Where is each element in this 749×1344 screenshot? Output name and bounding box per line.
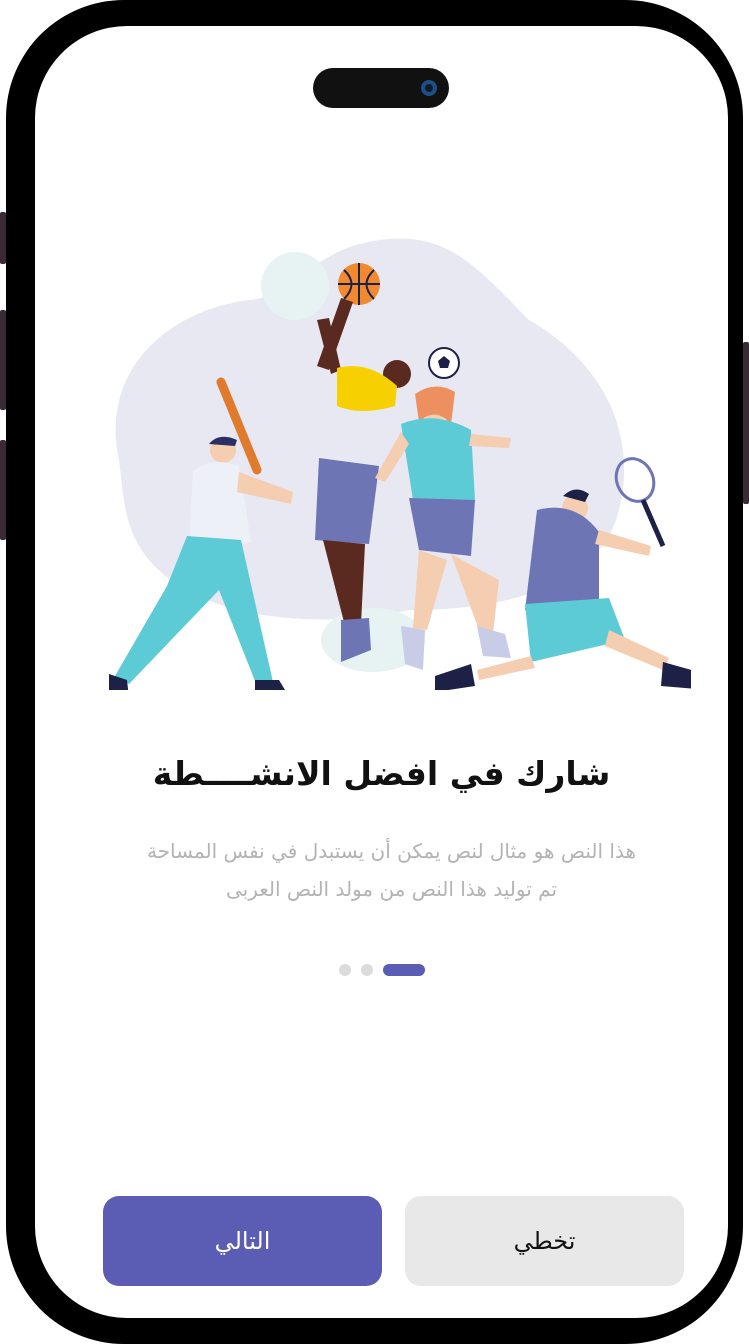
page-dot-1 — [338, 964, 351, 976]
onboarding-description: هذا النص هو مثال لنص يمكن أن يستبدل في ن… — [95, 832, 688, 908]
page-indicator — [35, 964, 728, 976]
phone-frame: شارك في افضل الانشــــطة هذا النص هو مثا… — [6, 0, 743, 1344]
sports-players-illustration — [109, 238, 691, 690]
onboarding-title: شارك في افضل الانشــــطة — [152, 754, 611, 793]
next-button[interactable]: التالي — [103, 1196, 382, 1286]
light-circle — [261, 252, 329, 320]
basketball-icon — [338, 263, 380, 305]
dynamic-island — [313, 68, 449, 108]
skip-button-label: تخطي — [513, 1227, 576, 1255]
page-dot-2 — [360, 964, 373, 976]
page-dot-3-active — [382, 964, 425, 976]
soccer-ball-icon — [428, 347, 460, 379]
description-line-1: هذا النص هو مثال لنص يمكن أن يستبدل في ن… — [146, 839, 637, 863]
screen: شارك في افضل الانشــــطة هذا النص هو مثا… — [35, 26, 728, 1318]
camera-icon — [421, 80, 437, 96]
skip-button[interactable]: تخطي — [405, 1196, 684, 1286]
description-line-2: تم توليد هذا النص من مولد النص العربى — [225, 877, 558, 901]
next-button-label: التالي — [214, 1227, 271, 1255]
power-button — [743, 342, 749, 504]
